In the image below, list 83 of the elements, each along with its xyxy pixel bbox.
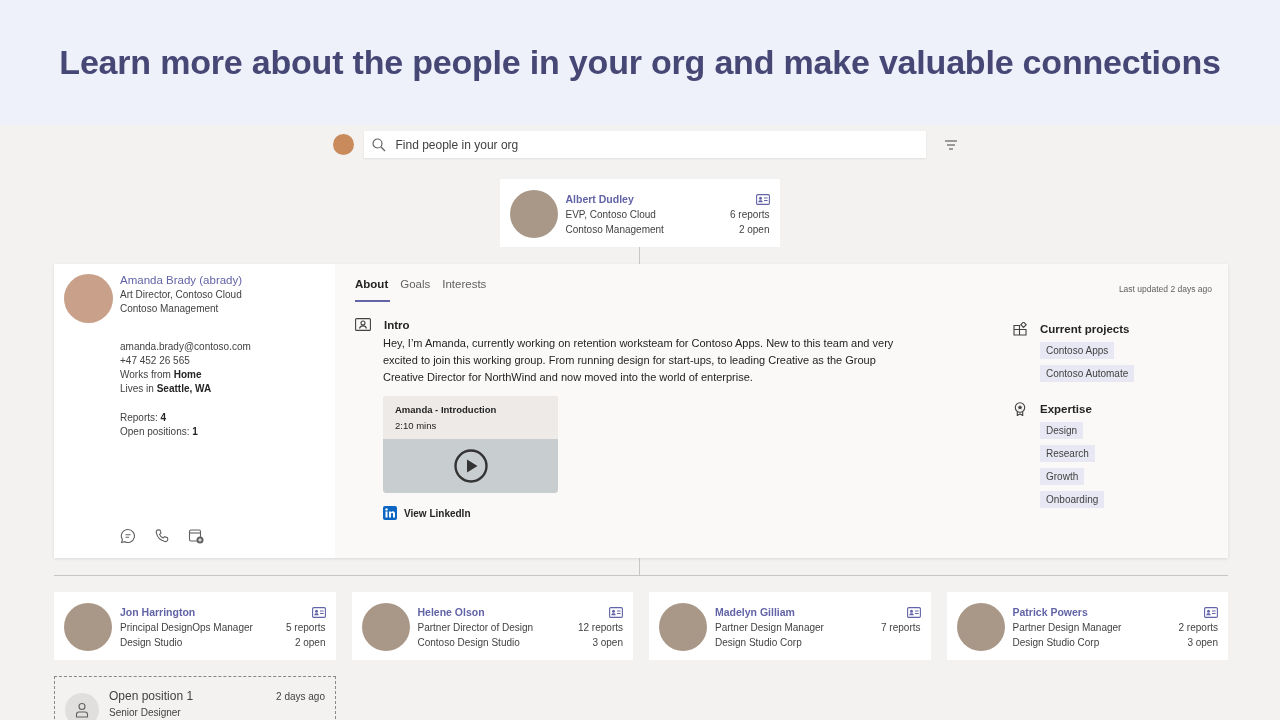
person-card[interactable]: Helene Olson Partner Director of Design 12 reports Contoso Design Studio 3 open xyxy=(351,592,633,660)
person-card[interactable]: Patrick Powers Partner Design Manager 2 reports Design Studio Corp 3 open xyxy=(946,592,1228,660)
reports-count: 2 reports xyxy=(1178,622,1218,633)
tag-label[interactable]: Contoso Apps xyxy=(1040,342,1115,359)
linkedin-icon xyxy=(383,506,397,520)
person-name[interactable]: Madelyn Gilliam xyxy=(715,606,795,618)
job-title: Principal DesignOps Manager xyxy=(120,622,253,633)
tag-label[interactable]: Research xyxy=(1040,445,1095,462)
intro-paragraph: Hey, I’m Amanda, currently working on retention worksteam for Contoso Apps. New to this team and very excited to join this working group. From running design for start-ups, to leading Creative as the Group Creative Director for NorthWind and now moved into the world of enterprise. xyxy=(383,336,895,385)
position-title: Open position 1 xyxy=(109,689,194,703)
open-count: 3 open xyxy=(1187,637,1218,648)
avatar-photo xyxy=(64,274,113,323)
contact-detail: Works from Home xyxy=(120,369,203,380)
section-heading: Expertise xyxy=(1040,403,1092,415)
video-title: Amanda - Introduction xyxy=(395,404,498,415)
person-card[interactable]: Madelyn Gilliam Partner Design Manager 7 reports Design Studio Corp xyxy=(649,592,931,660)
contact-detail: Lives in Seattle, WA xyxy=(120,383,213,394)
reports-count: 7 reports xyxy=(881,622,921,633)
contact-card-icon[interactable] xyxy=(755,193,770,205)
play-icon[interactable] xyxy=(453,449,488,483)
profile-tab[interactable]: Interests xyxy=(442,278,489,302)
organization: Design Studio Corp xyxy=(715,637,802,648)
job-title: Partner Director of Design xyxy=(417,622,534,633)
tag-label[interactable]: Contoso Automate xyxy=(1040,365,1135,382)
person-card[interactable]: Jon Harrington Principal DesignOps Manager 5 reports Design Studio 2 open xyxy=(54,592,336,660)
job-title: Partner Design Manager xyxy=(715,622,824,633)
open-count: 3 open xyxy=(592,637,623,648)
organization: Design Studio Corp xyxy=(1012,637,1100,648)
person-card-icon xyxy=(355,318,371,331)
video-thumbnail[interactable]: Amanda - Introduction 2:10 mins xyxy=(383,396,558,493)
banner-title: Learn more about the people in your org and make valuable connections xyxy=(59,43,1221,82)
chat-icon[interactable] xyxy=(120,528,136,544)
person-name[interactable]: Patrick Powers xyxy=(1012,606,1088,618)
contact-detail: amanda.brady@contoso.com xyxy=(120,341,252,352)
ribbon-icon xyxy=(1013,402,1027,416)
posted-time: 2 days ago xyxy=(276,690,325,702)
open-count: 2 open xyxy=(294,637,326,648)
reports-count: 6 reports xyxy=(730,209,770,220)
job-title: EVP, Contoso Cloud xyxy=(565,209,656,220)
avatar-photo xyxy=(659,603,707,651)
search-field[interactable]: Find people in your org xyxy=(363,131,926,158)
contact-card-icon[interactable] xyxy=(906,606,921,618)
user-avatar[interactable] xyxy=(332,134,354,155)
reports-count: 5 reports xyxy=(286,622,326,633)
open-position-card[interactable]: Open position 1 2 days ago Senior Designer xyxy=(54,676,336,719)
stat-text: Reports: 4 xyxy=(120,412,168,423)
reports-count: 12 reports xyxy=(577,622,623,633)
organization: Design Studio xyxy=(120,637,183,648)
organization: Contoso Management xyxy=(120,303,220,314)
profile-tab[interactable]: Goals xyxy=(400,278,433,302)
contact-detail: +47 452 26 565 xyxy=(120,355,191,366)
contact-card-icon[interactable] xyxy=(1204,606,1218,618)
grid-icon xyxy=(1013,322,1027,336)
phone-icon[interactable] xyxy=(154,528,170,544)
person-name: Amanda Brady (abrady) xyxy=(120,274,243,286)
video-duration: 2:10 mins xyxy=(395,420,438,431)
open-count: 2 open xyxy=(738,224,770,235)
avatar-photo xyxy=(361,603,410,651)
person-name[interactable]: Helene Olson xyxy=(417,606,485,618)
last-updated-text: Last updated 2 days ago xyxy=(1118,284,1212,294)
job-title: Art Director, Contoso Cloud xyxy=(120,289,243,300)
tag-label[interactable]: Growth xyxy=(1040,468,1085,485)
avatar-photo xyxy=(64,603,112,651)
contact-card-icon[interactable] xyxy=(609,606,623,618)
person-card[interactable]: Albert Dudley EVP, Contoso Cloud 6 reports Contoso Management 2 open xyxy=(499,179,780,247)
contact-card-icon[interactable] xyxy=(311,606,326,618)
stat-text: Open positions: 1 xyxy=(120,426,199,437)
section-heading: Current projects xyxy=(1040,323,1130,335)
section-heading: Intro xyxy=(384,318,410,331)
linkedin-link[interactable]: View LinkedIn xyxy=(404,507,471,519)
job-title: Partner Design Manager xyxy=(1012,622,1122,633)
avatar-photo xyxy=(956,603,1005,651)
position-role: Senior Designer xyxy=(109,707,182,718)
organization: Contoso Design Studio xyxy=(417,637,520,648)
person-name[interactable]: Jon Harrington xyxy=(120,606,196,618)
organization: Contoso Management xyxy=(565,224,664,235)
calendar-add-icon[interactable] xyxy=(188,528,204,544)
person-icon xyxy=(75,702,89,718)
person-name[interactable]: Albert Dudley xyxy=(565,193,634,205)
avatar-photo xyxy=(509,190,558,238)
profile-tab[interactable]: About xyxy=(355,278,391,302)
tag-label[interactable]: Design xyxy=(1040,422,1084,439)
tag-label[interactable]: Onboarding xyxy=(1040,491,1105,508)
